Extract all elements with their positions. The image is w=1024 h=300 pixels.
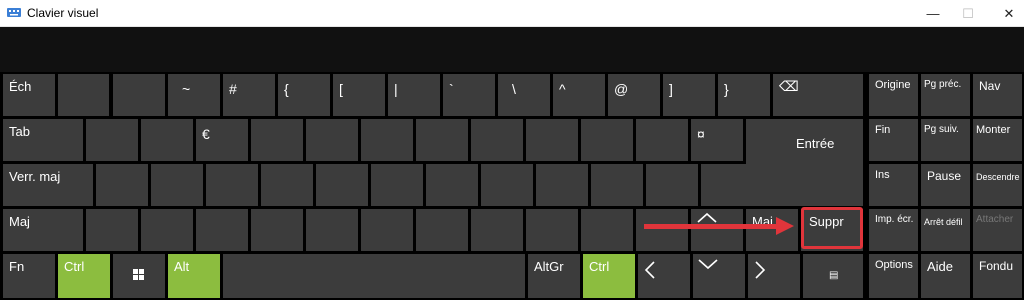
key-pause[interactable]: Pause bbox=[921, 164, 970, 206]
key-degree[interactable]: @ bbox=[608, 74, 660, 116]
key-ctrl-right[interactable]: Ctrl bbox=[583, 254, 635, 298]
key-tab[interactable]: Tab bbox=[3, 119, 83, 161]
key-circumflex[interactable] bbox=[636, 119, 688, 161]
key-help[interactable]: Aide bbox=[921, 254, 970, 298]
key-asterisk[interactable] bbox=[701, 164, 753, 206]
key-0[interactable]: ^ bbox=[553, 74, 605, 116]
window-title: Clavier visuel bbox=[27, 6, 99, 20]
key-move-up[interactable]: Monter bbox=[973, 119, 1022, 161]
key-enter-upper: Entrée bbox=[746, 119, 863, 161]
key-a[interactable] bbox=[86, 119, 138, 161]
key-options[interactable]: Options bbox=[869, 254, 918, 298]
key-scroll-lock[interactable]: Arrêt défil bbox=[921, 209, 970, 251]
key-h[interactable] bbox=[371, 164, 423, 206]
key-exclamation[interactable] bbox=[636, 209, 688, 251]
maximize-button[interactable]: ☐ bbox=[945, 0, 991, 27]
key-space[interactable] bbox=[223, 254, 525, 298]
chevron-left-icon bbox=[644, 261, 655, 279]
key-down-arrow[interactable] bbox=[693, 254, 745, 298]
key-s[interactable] bbox=[151, 164, 203, 206]
key-f[interactable] bbox=[261, 164, 313, 206]
key-end[interactable]: Fin bbox=[869, 119, 918, 161]
key-shift-left[interactable]: Maj bbox=[3, 209, 83, 251]
key-8[interactable]: ` bbox=[443, 74, 495, 116]
key-v[interactable] bbox=[306, 209, 358, 251]
key-j[interactable] bbox=[426, 164, 478, 206]
key-semicolon[interactable] bbox=[526, 209, 578, 251]
key-2[interactable] bbox=[113, 74, 165, 116]
key-y[interactable] bbox=[361, 119, 413, 161]
windows-logo-icon bbox=[133, 269, 144, 280]
key-altgr[interactable]: AltGr bbox=[528, 254, 580, 298]
key-p[interactable] bbox=[581, 119, 633, 161]
key-d[interactable] bbox=[206, 164, 258, 206]
key-insert[interactable]: Ins bbox=[869, 164, 918, 206]
key-colon[interactable] bbox=[581, 209, 633, 251]
key-g[interactable] bbox=[316, 164, 368, 206]
key-nav[interactable]: Nav bbox=[973, 74, 1022, 116]
key-n[interactable] bbox=[416, 209, 468, 251]
key-6[interactable]: [ bbox=[333, 74, 385, 116]
annotation-highlight-box bbox=[801, 207, 863, 249]
menu-icon: ▤ bbox=[829, 270, 839, 281]
key-m[interactable] bbox=[591, 164, 643, 206]
key-z[interactable] bbox=[141, 119, 193, 161]
key-e[interactable]: € bbox=[196, 119, 248, 161]
key-plus[interactable]: } bbox=[718, 74, 770, 116]
key-w[interactable] bbox=[141, 209, 193, 251]
key-comma[interactable] bbox=[471, 209, 523, 251]
key-fade[interactable]: Fondu bbox=[973, 254, 1022, 298]
key-7[interactable]: | bbox=[388, 74, 440, 116]
key-caps-lock[interactable]: Verr. maj bbox=[3, 164, 93, 206]
chevron-up-icon bbox=[697, 212, 717, 223]
key-windows[interactable] bbox=[113, 254, 165, 298]
key-left-arrow[interactable] bbox=[638, 254, 690, 298]
key-c[interactable] bbox=[251, 209, 303, 251]
chevron-right-icon bbox=[755, 261, 766, 279]
key-print-screen[interactable]: Imp. écr. bbox=[869, 209, 918, 251]
key-dollar[interactable]: ¤ bbox=[691, 119, 743, 161]
key-equals[interactable]: ] bbox=[663, 74, 715, 116]
key-r[interactable] bbox=[251, 119, 303, 161]
key-home[interactable]: Origine bbox=[869, 74, 918, 116]
key-9[interactable]: \ bbox=[498, 74, 550, 116]
key-x[interactable] bbox=[196, 209, 248, 251]
key-q[interactable] bbox=[96, 164, 148, 206]
key-i[interactable] bbox=[471, 119, 523, 161]
key-4[interactable]: # bbox=[223, 74, 275, 116]
annotation-arrow-line bbox=[644, 224, 782, 229]
backspace-icon: ⌫ bbox=[779, 78, 799, 94]
key-right-arrow[interactable] bbox=[748, 254, 800, 298]
key-1[interactable] bbox=[58, 74, 109, 116]
key-l[interactable] bbox=[536, 164, 588, 206]
key-alt[interactable]: Alt bbox=[168, 254, 220, 298]
text-prediction-bar bbox=[0, 27, 1024, 72]
close-button[interactable]: ✕ bbox=[986, 0, 1024, 27]
key-backspace[interactable]: ⌫ bbox=[773, 74, 863, 116]
key-dock[interactable]: Attacher bbox=[973, 209, 1022, 251]
key-up-arrow[interactable] bbox=[691, 209, 743, 251]
key-5[interactable]: { bbox=[278, 74, 330, 116]
key-page-up[interactable]: Pg préc. bbox=[921, 74, 970, 116]
annotation-arrow-head bbox=[776, 217, 794, 235]
chevron-down-icon bbox=[698, 259, 718, 270]
key-u-grave[interactable] bbox=[646, 164, 698, 206]
key-t[interactable] bbox=[306, 119, 358, 161]
key-context-menu[interactable]: ▤ bbox=[803, 254, 863, 298]
key-k[interactable] bbox=[481, 164, 533, 206]
title-bar: Clavier visuel — ☐ ✕ bbox=[0, 0, 1024, 27]
key-angle[interactable] bbox=[86, 209, 138, 251]
key-3[interactable]: ~ bbox=[168, 74, 220, 116]
key-esc[interactable]: Éch bbox=[3, 74, 55, 116]
key-u[interactable] bbox=[416, 119, 468, 161]
key-fn[interactable]: Fn bbox=[3, 254, 55, 298]
key-ctrl-left[interactable]: Ctrl bbox=[58, 254, 110, 298]
key-b[interactable] bbox=[361, 209, 413, 251]
key-move-down[interactable]: Descendre bbox=[973, 164, 1022, 206]
keyboard-app-icon bbox=[7, 8, 21, 17]
key-page-down[interactable]: Pg suiv. bbox=[921, 119, 970, 161]
key-o[interactable] bbox=[526, 119, 578, 161]
